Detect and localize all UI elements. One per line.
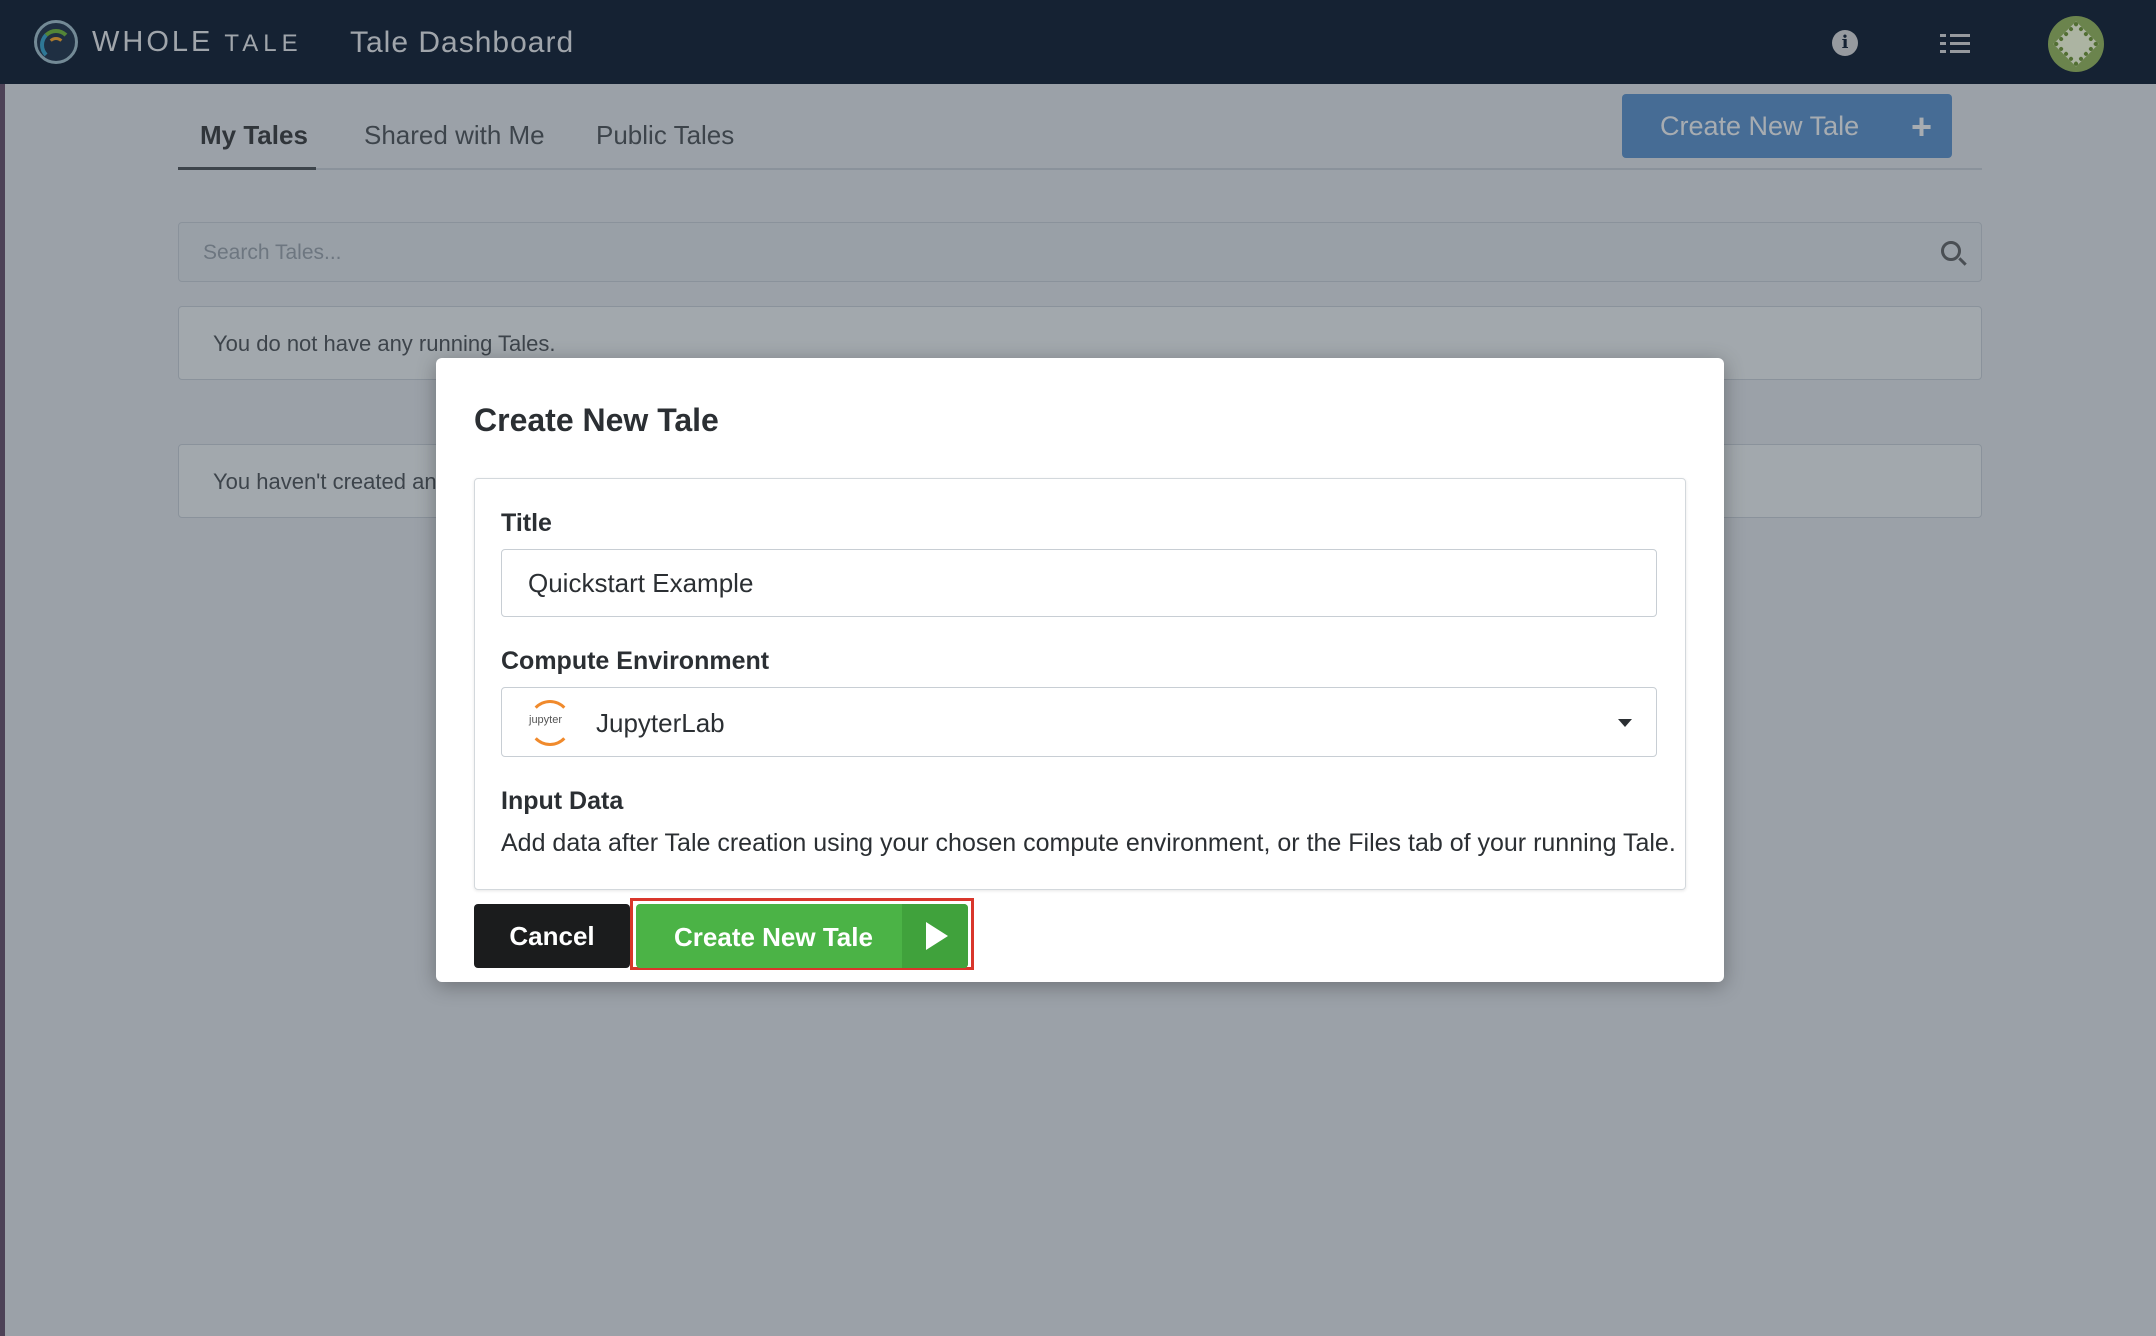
cancel-button[interactable]: Cancel bbox=[474, 904, 630, 968]
title-label: Title bbox=[501, 509, 552, 537]
chevron-down-icon bbox=[1618, 719, 1632, 727]
jupyter-icon: jupyter bbox=[528, 700, 572, 746]
compute-environment-label: Compute Environment bbox=[501, 647, 770, 675]
input-data-label: Input Data bbox=[501, 787, 624, 815]
modal-title: Create New Tale bbox=[474, 402, 719, 438]
create-tale-modal: Create New Tale Title Compute Environmen… bbox=[436, 358, 1724, 982]
create-new-tale-button[interactable]: Create New Tale bbox=[636, 904, 968, 968]
play-icon bbox=[902, 904, 968, 968]
compute-environment-select[interactable]: jupyter JupyterLab bbox=[501, 687, 1657, 757]
input-data-description: Add data after Tale creation using your … bbox=[501, 829, 1676, 857]
create-button-label: Create New Tale bbox=[674, 922, 873, 952]
tale-form-card: Title Compute Environment jupyter Jupyte… bbox=[474, 478, 1686, 890]
title-input[interactable] bbox=[501, 549, 1657, 617]
compute-environment-value: JupyterLab bbox=[596, 708, 725, 738]
jupyter-icon-text: jupyter bbox=[529, 714, 563, 726]
topbar-dim-overlay bbox=[0, 0, 2156, 84]
